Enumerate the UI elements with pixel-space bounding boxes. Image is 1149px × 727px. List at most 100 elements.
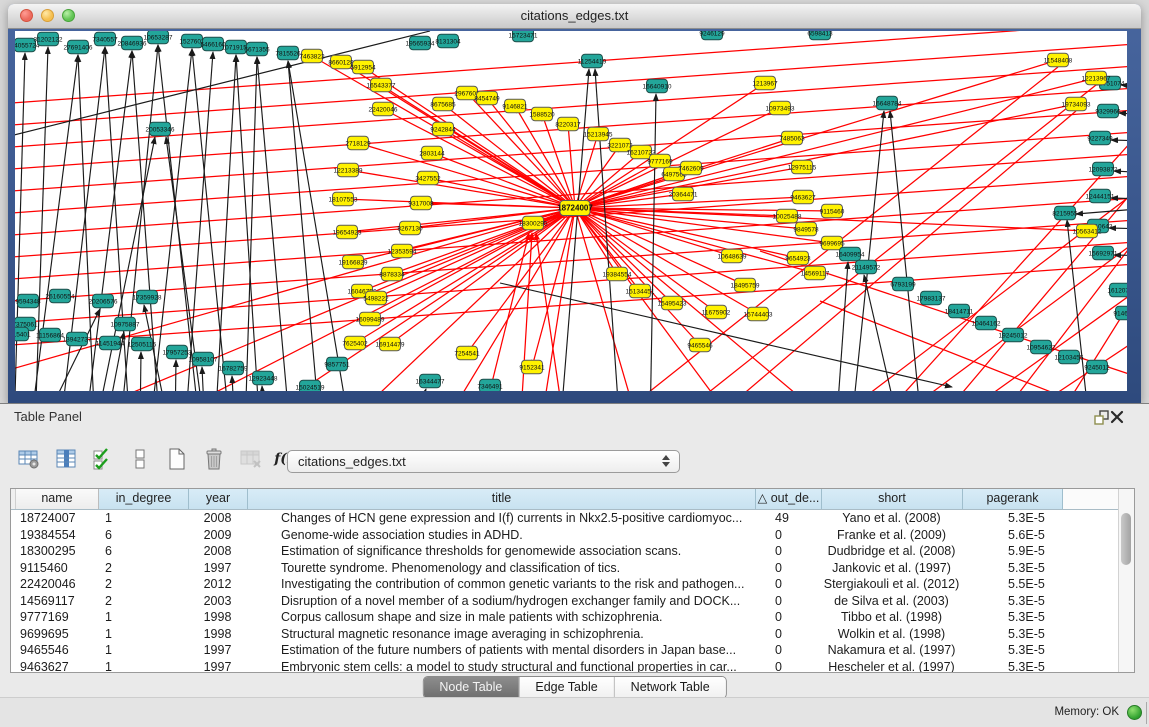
table-cell[interactable]: 0 bbox=[755, 560, 821, 577]
table-cell[interactable]: Tibbo et al. (1998) bbox=[821, 609, 962, 626]
table-cell[interactable]: 19384554 bbox=[15, 527, 98, 544]
delete-column-icon[interactable] bbox=[201, 446, 227, 472]
table-cell[interactable]: 9463627 bbox=[15, 659, 98, 674]
table-cell[interactable]: 0 bbox=[755, 527, 821, 544]
column-header-name[interactable]: name bbox=[16, 489, 99, 509]
table-row[interactable]: 2242004622012Investigating the contribut… bbox=[11, 576, 1134, 593]
table-cell[interactable]: 1998 bbox=[188, 609, 247, 626]
table-cell[interactable]: 18724007 bbox=[15, 510, 98, 527]
table-cell[interactable]: Stergiakouli et al. (2012) bbox=[821, 576, 962, 593]
table-cell[interactable]: 1 bbox=[98, 642, 188, 659]
column-header-pagerank[interactable]: pagerank bbox=[963, 489, 1063, 509]
table-cell[interactable]: 5.3E-5 bbox=[962, 642, 1062, 659]
table-cell[interactable]: 0 bbox=[755, 576, 821, 593]
table-cell[interactable]: 0 bbox=[755, 626, 821, 643]
table-row[interactable]: 946554611997Estimation of the future num… bbox=[11, 642, 1134, 659]
table-cell[interactable]: 14569117 bbox=[15, 593, 98, 610]
table-cell[interactable]: 6 bbox=[98, 543, 188, 560]
table-cell[interactable]: Jankovic et al. (1997) bbox=[821, 560, 962, 577]
table-cell[interactable]: 5.3E-5 bbox=[962, 609, 1062, 626]
column-header-in-degree[interactable]: in_degree bbox=[99, 489, 189, 509]
table-cell[interactable]: Disruption of a novel member of a sodium… bbox=[247, 593, 755, 610]
table-row[interactable]: 1938455462009Genome-wide association stu… bbox=[11, 527, 1134, 544]
select-all-icon[interactable] bbox=[90, 446, 116, 472]
table-cell[interactable]: 5.3E-5 bbox=[962, 560, 1062, 577]
table-cell[interactable]: Wolkin et al. (1998) bbox=[821, 626, 962, 643]
table-row[interactable]: 1872400712008Changes of HCN gene express… bbox=[11, 510, 1134, 527]
column-header-year[interactable]: year bbox=[189, 489, 248, 509]
table-cell[interactable]: Corpus callosum shape and size in male p… bbox=[247, 609, 755, 626]
table-cell[interactable]: 0 bbox=[755, 593, 821, 610]
close-panel-icon[interactable] bbox=[1109, 408, 1127, 426]
tab-edge-table[interactable]: Edge Table bbox=[518, 677, 613, 698]
table-cell[interactable]: Yano et al. (2008) bbox=[821, 510, 962, 527]
memory-status-indicator[interactable] bbox=[1127, 705, 1142, 720]
table-row[interactable]: 911546021997Tourette syndrome. Phenomeno… bbox=[11, 560, 1134, 577]
table-cell[interactable]: 0 bbox=[755, 642, 821, 659]
table-cell[interactable]: 9777169 bbox=[15, 609, 98, 626]
table-cell[interactable]: 5.9E-5 bbox=[962, 543, 1062, 560]
table-cell[interactable]: Tourette syndrome. Phenomenology and cla… bbox=[247, 560, 755, 577]
table-cell[interactable]: Structural magnetic resonance image aver… bbox=[247, 626, 755, 643]
table-cell[interactable]: 5.3E-5 bbox=[962, 593, 1062, 610]
vertical-scrollbar[interactable] bbox=[1118, 489, 1134, 672]
table-cell[interactable]: 1 bbox=[98, 626, 188, 643]
column-header-title[interactable]: title bbox=[248, 489, 756, 509]
table-row[interactable]: 946362711997Embryonic stem cells: a mode… bbox=[11, 659, 1134, 674]
table-cell[interactable]: Franke et al. (2009) bbox=[821, 527, 962, 544]
column-header-short[interactable]: short bbox=[822, 489, 963, 509]
table-cell[interactable]: Estimation of the future numbers of pati… bbox=[247, 642, 755, 659]
table-row[interactable]: 969969511998Structural magnetic resonanc… bbox=[11, 626, 1134, 643]
table-cell[interactable]: 5.3E-5 bbox=[962, 510, 1062, 527]
table-cell[interactable]: 9115460 bbox=[15, 560, 98, 577]
table-cell[interactable]: 0 bbox=[755, 609, 821, 626]
network-canvas[interactable]: 2405572431202122276914067340557208469361… bbox=[15, 31, 1127, 391]
table-cell[interactable]: 1997 bbox=[188, 659, 247, 674]
table-cell[interactable]: 0 bbox=[755, 543, 821, 560]
table-cell[interactable]: 1998 bbox=[188, 626, 247, 643]
table-cell[interactable]: Genome-wide association studies in ADHD. bbox=[247, 527, 755, 544]
tab-network-table[interactable]: Network Table bbox=[614, 677, 726, 698]
table-cell[interactable]: 2003 bbox=[188, 593, 247, 610]
create-column-icon[interactable] bbox=[164, 446, 190, 472]
table-cell[interactable]: Embryonic stem cells: a model to study s… bbox=[247, 659, 755, 674]
table-cell[interactable]: Estimation of significance thresholds fo… bbox=[247, 543, 755, 560]
table-cell[interactable]: 2008 bbox=[188, 543, 247, 560]
table-cell[interactable]: 5.3E-5 bbox=[962, 626, 1062, 643]
table-cell[interactable]: 2008 bbox=[188, 510, 247, 527]
table-row[interactable]: 1456911722003Disruption of a novel membe… bbox=[11, 593, 1134, 610]
table-cell[interactable]: 1 bbox=[98, 659, 188, 674]
table-cell[interactable]: 1997 bbox=[188, 642, 247, 659]
table-cell[interactable]: 2 bbox=[98, 576, 188, 593]
table-cell[interactable]: 0 bbox=[755, 659, 821, 674]
tab-node-table[interactable]: Node Table bbox=[423, 677, 518, 698]
table-cell[interactable]: Dudbridge et al. (2008) bbox=[821, 543, 962, 560]
table-cell[interactable]: 5.6E-5 bbox=[962, 527, 1062, 544]
table-cell[interactable]: 9699695 bbox=[15, 626, 98, 643]
column-visibility-icon[interactable] bbox=[53, 446, 79, 472]
table-cell[interactable]: 18300295 bbox=[15, 543, 98, 560]
table-cell[interactable]: 9465546 bbox=[15, 642, 98, 659]
table-mode-icon[interactable] bbox=[16, 446, 42, 472]
table-row[interactable]: 1830029562008Estimation of significance … bbox=[11, 543, 1134, 560]
table-row[interactable]: 977716911998Corpus callosum shape and si… bbox=[11, 609, 1134, 626]
table-cell[interactable]: 1 bbox=[98, 510, 188, 527]
column-header-out-de-[interactable]: △ out_de... bbox=[756, 489, 822, 509]
scrollbar-thumb[interactable] bbox=[1121, 513, 1131, 565]
table-cell[interactable]: 5.5E-5 bbox=[962, 576, 1062, 593]
table-cell[interactable]: 49 bbox=[755, 510, 821, 527]
table-cell[interactable]: 6 bbox=[98, 527, 188, 544]
table-selector-dropdown[interactable]: citations_edges.txt bbox=[287, 450, 680, 473]
table-cell[interactable]: Investigating the contribution of common… bbox=[247, 576, 755, 593]
table-cell[interactable]: Changes of HCN gene expression and I(f) … bbox=[247, 510, 755, 527]
table-cell[interactable]: de Silva et al. (2003) bbox=[821, 593, 962, 610]
table-cell[interactable]: 2012 bbox=[188, 576, 247, 593]
table-cell[interactable]: 2009 bbox=[188, 527, 247, 544]
table-cell[interactable]: 2 bbox=[98, 593, 188, 610]
table-cell[interactable]: Hescheler et al. (1997) bbox=[821, 659, 962, 674]
table-cell[interactable]: 22420046 bbox=[15, 576, 98, 593]
table-cell[interactable]: Nakamura et al. (1997) bbox=[821, 642, 962, 659]
window-titlebar[interactable]: citations_edges.txt bbox=[8, 4, 1141, 29]
table-cell[interactable]: 1997 bbox=[188, 560, 247, 577]
deselect-all-icon[interactable] bbox=[127, 446, 153, 472]
